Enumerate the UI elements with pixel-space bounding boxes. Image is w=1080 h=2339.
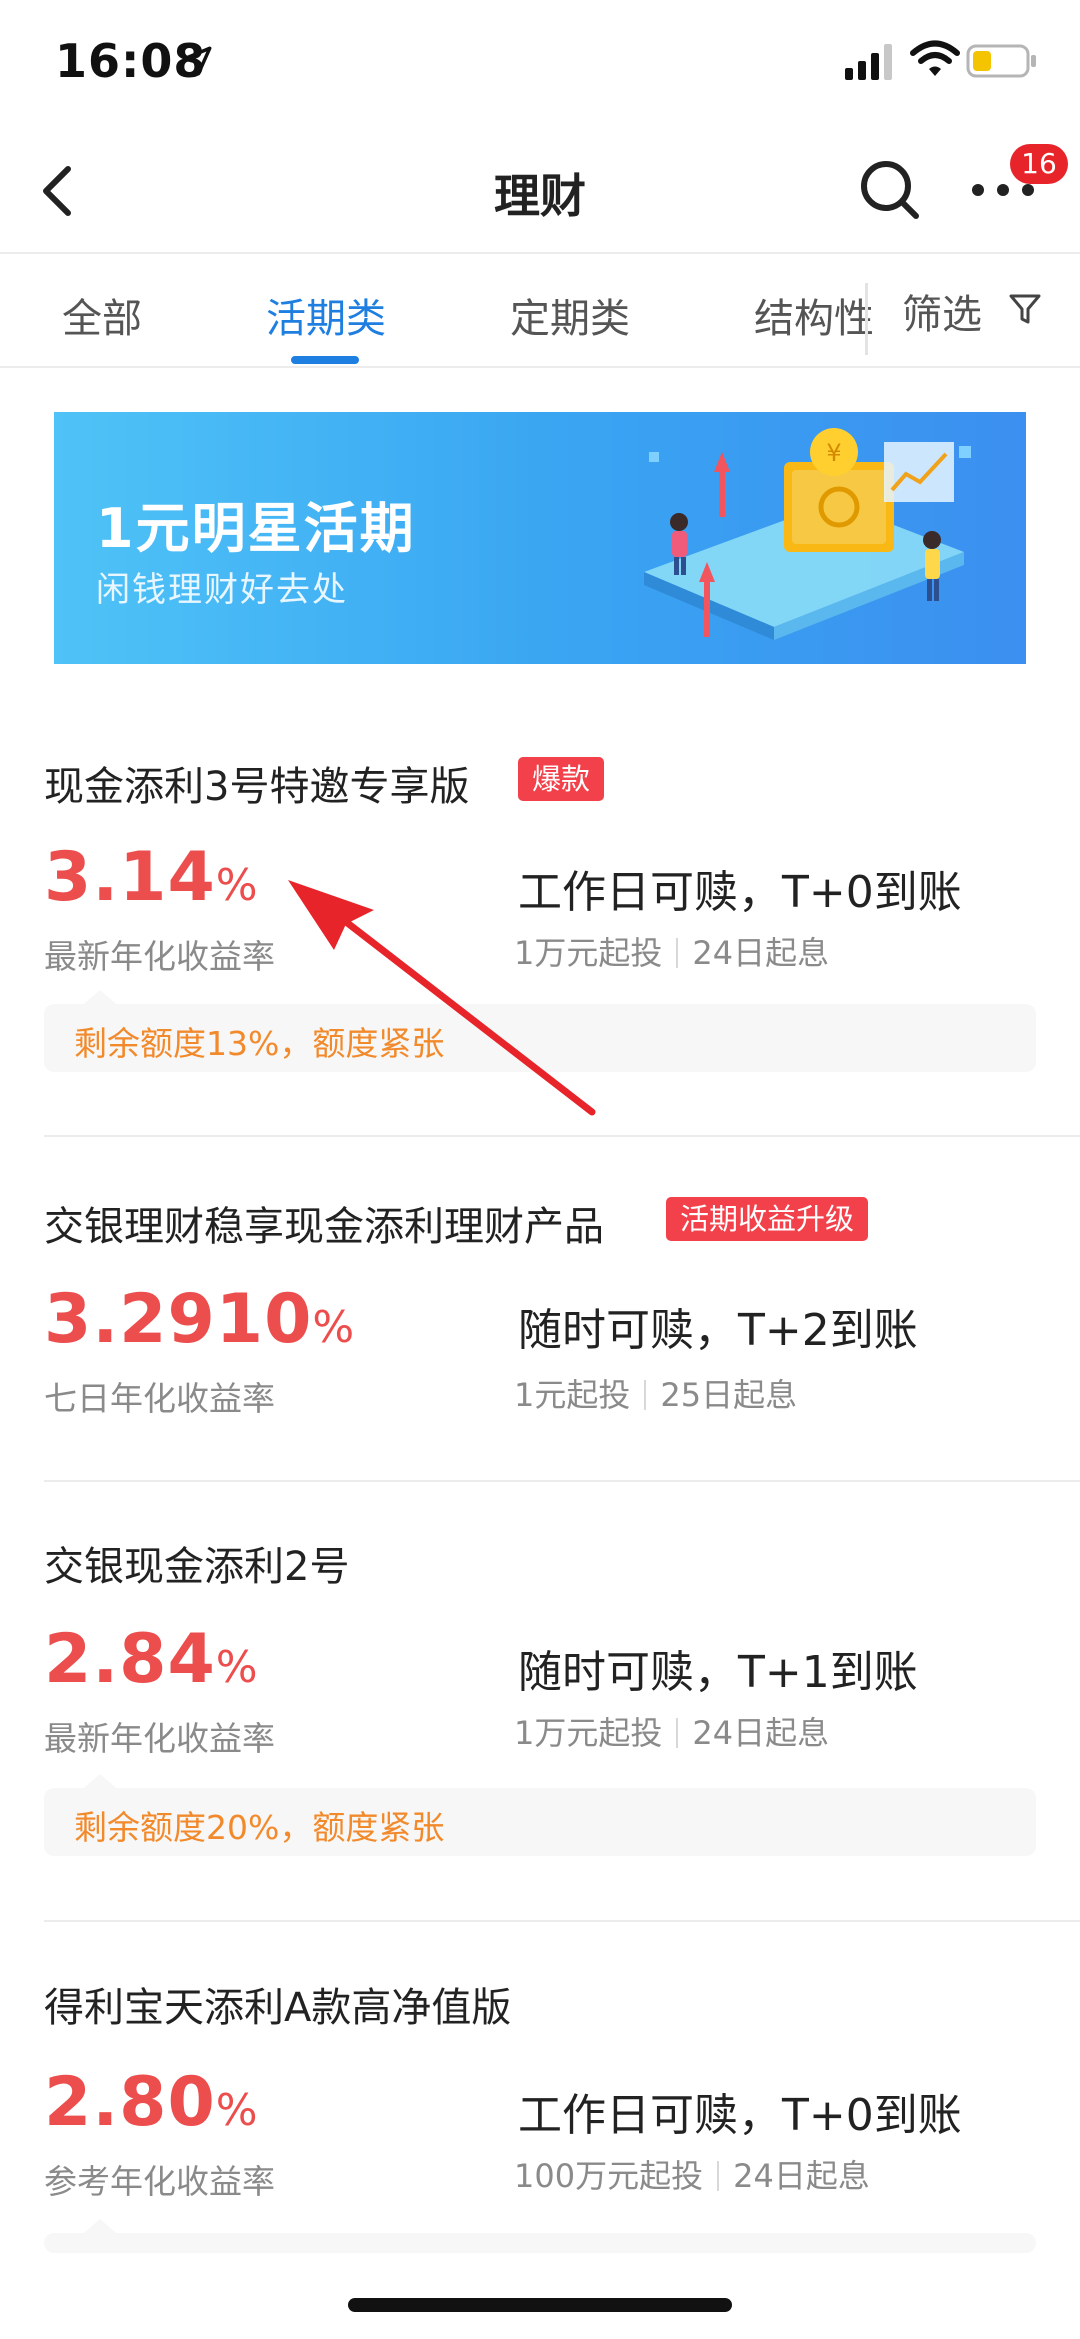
card-divider bbox=[44, 1480, 1080, 1482]
yield-rate-label: 七日年化收益率 bbox=[44, 1379, 275, 1418]
yield-rate: 2.80% bbox=[44, 2063, 259, 2142]
invest-meta: 100万元起投 24日起息 bbox=[514, 2157, 870, 2195]
card-divider bbox=[44, 1135, 1080, 1137]
redeem-info: 工作日可赎，T+0到账 bbox=[518, 2090, 962, 2141]
notification-badge: 16 bbox=[1010, 144, 1068, 184]
product-name: 得利宝天添利A款高净值版 bbox=[44, 1985, 512, 2031]
wifi-icon bbox=[910, 40, 960, 76]
tab-separator bbox=[865, 283, 868, 355]
promo-banner[interactable]: 1元明星活期 闲钱理财好去处 ¥ bbox=[54, 412, 1026, 664]
product-name: 交银理财稳享现金添利理财产品 bbox=[44, 1204, 604, 1250]
nav-divider bbox=[0, 252, 1080, 254]
annotation-arrow-icon bbox=[288, 880, 596, 1116]
location-arrow-icon bbox=[182, 46, 212, 76]
quota-notice-partial bbox=[44, 2219, 1036, 2253]
yield-rate: 3.14% bbox=[44, 838, 259, 917]
tab-all[interactable]: 全部 bbox=[62, 286, 142, 344]
card-divider bbox=[44, 1920, 1080, 1922]
invest-meta: 1元起投 25日起息 bbox=[514, 1376, 798, 1414]
active-tab-indicator bbox=[291, 356, 359, 364]
tab-fixed-term[interactable]: 定期类 bbox=[510, 286, 630, 344]
product-tag: 爆款 bbox=[518, 757, 605, 801]
yield-rate-label: 参考年化收益率 bbox=[44, 2162, 275, 2201]
yield-rate-label: 最新年化收益率 bbox=[44, 1719, 275, 1758]
redeem-info: 随时可赎，T+1到账 bbox=[518, 1647, 918, 1698]
search-icon[interactable] bbox=[858, 158, 922, 222]
redeem-info: 随时可赎，T+2到账 bbox=[518, 1305, 918, 1356]
cellular-signal-icon bbox=[845, 44, 892, 80]
yield-rate: 3.2910% bbox=[44, 1280, 356, 1359]
filter-funnel-icon[interactable] bbox=[1008, 292, 1042, 326]
quota-notice: 剩余额度20%，额度紧张 bbox=[44, 1774, 1036, 1856]
product-tag: 活期收益升级 bbox=[666, 1197, 869, 1241]
banner-title: 1元明星活期 bbox=[96, 497, 416, 560]
home-indicator[interactable] bbox=[348, 2298, 732, 2312]
invest-meta: 1万元起投 24日起息 bbox=[514, 1714, 830, 1752]
status-bar: 16:08 bbox=[0, 0, 1080, 130]
tab-structured[interactable]: 结构性 bbox=[754, 286, 874, 344]
tabs-divider bbox=[0, 366, 1080, 368]
yield-rate-label: 最新年化收益率 bbox=[44, 937, 275, 976]
yield-rate: 2.84% bbox=[44, 1620, 259, 1699]
product-name: 交银现金添利2号 bbox=[44, 1544, 350, 1590]
tab-demand[interactable]: 活期类 bbox=[266, 286, 386, 344]
product-name: 现金添利3号特邀专享版 bbox=[44, 764, 470, 810]
filter-button[interactable]: 筛选 bbox=[902, 282, 982, 340]
banner-illustration-icon: ¥ bbox=[644, 428, 971, 640]
banner-subtitle: 闲钱理财好去处 bbox=[96, 570, 348, 610]
svg-text:¥: ¥ bbox=[826, 439, 841, 467]
battery-icon bbox=[966, 44, 1036, 78]
